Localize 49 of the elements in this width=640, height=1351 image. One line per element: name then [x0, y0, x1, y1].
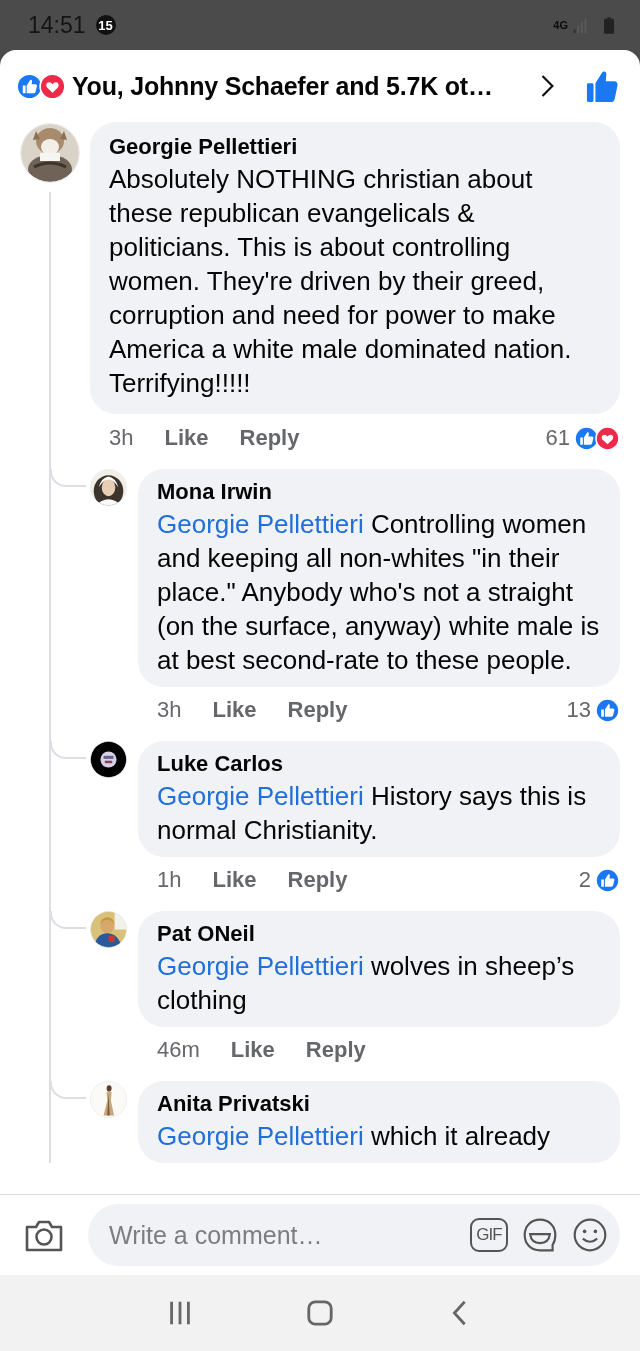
- comment-field[interactable]: Write a comment… GIF: [88, 1204, 620, 1266]
- comment-text: Georgie Pellettieri wolves in sheep’s clothing: [157, 950, 576, 1017]
- gif-button[interactable]: GIF: [470, 1218, 508, 1252]
- battery-icon: [604, 16, 614, 34]
- mention-link[interactable]: Georgie Pellettieri: [157, 781, 364, 811]
- mention-link[interactable]: Georgie Pellettieri: [157, 1121, 364, 1151]
- mention-link[interactable]: Georgie Pellettieri: [157, 509, 364, 539]
- like-icon[interactable]: [586, 69, 618, 103]
- sticker-icon[interactable]: [522, 1217, 558, 1253]
- reply-link[interactable]: Reply: [305, 1037, 366, 1063]
- love-reaction-icon: [595, 425, 620, 451]
- like-link[interactable]: Like: [212, 867, 257, 893]
- author-name[interactable]: Pat ONeil: [157, 920, 606, 947]
- like-reaction-icon: [595, 697, 620, 723]
- network-type: 4G: [553, 19, 568, 31]
- comment-text: Absolutely NOTHING christian about these republican evangelicals & politicians. This is about controlling women. They're driven by their greed, corruption and need for power to make America a white male dominated nation. Terrifying!!!!!: [109, 163, 573, 400]
- comment-time: 46m: [157, 1037, 200, 1063]
- comment-time: 3h: [109, 425, 134, 451]
- thread-connector: [50, 469, 86, 487]
- reaction-count: 2: [578, 867, 591, 893]
- notification-badge: 15: [95, 15, 116, 35]
- comment-text: Georgie Pellettieri Controlling women and keeping all non-whites "in their place." Anybody who's not a straight (on the surface, anyway) white male is at best second-rate to these people.: [157, 508, 601, 677]
- reaction-count: 61: [545, 425, 570, 451]
- reply-link[interactable]: Reply: [287, 867, 348, 893]
- like-link[interactable]: Like: [164, 425, 209, 451]
- reply-link[interactable]: Reply: [287, 697, 348, 723]
- comment-time: 3h: [157, 697, 182, 723]
- love-reaction-icon: [39, 72, 66, 100]
- comment-text: Georgie Pellettieri History says this is normal Christianity.: [157, 780, 588, 847]
- reaction-count: 13: [566, 697, 591, 723]
- thread-connector: [50, 1081, 86, 1099]
- comment-time: 1h: [157, 867, 182, 893]
- like-link[interactable]: Like: [230, 1037, 275, 1063]
- author-name[interactable]: Anita Privatski: [157, 1090, 606, 1117]
- author-name[interactable]: Georgie Pellettieri: [109, 133, 586, 160]
- thread-connector: [50, 741, 86, 759]
- reply-link[interactable]: Reply: [239, 425, 300, 451]
- like-reaction-icon: [595, 867, 620, 893]
- author-name[interactable]: Mona Irwin: [157, 478, 606, 505]
- emoji-icon[interactable]: [572, 1217, 608, 1253]
- thread-connector: [50, 911, 86, 929]
- home-icon[interactable]: [306, 1299, 334, 1327]
- author-name[interactable]: Luke Carlos: [157, 750, 606, 777]
- like-link[interactable]: Like: [212, 697, 257, 723]
- like-reaction-icon: [16, 72, 43, 100]
- comment-text: Georgie Pellettieri which it already: [157, 1120, 552, 1153]
- reactions-summary[interactable]: You, Johnny Schaefer and 5.7K ot…: [72, 71, 493, 101]
- mention-link[interactable]: Georgie Pellettieri: [157, 951, 364, 981]
- like-reaction-icon: [574, 425, 599, 451]
